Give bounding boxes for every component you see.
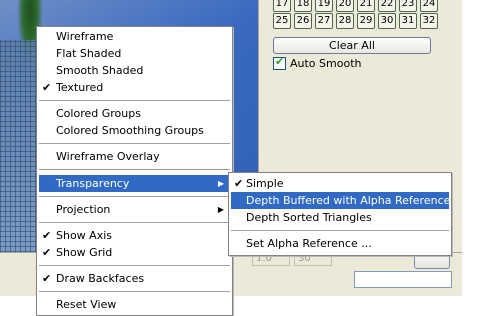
auto-smooth-option[interactable]: ✔ Auto Smooth [273, 55, 362, 70]
smoothing-group-button[interactable]: 17 [273, 0, 291, 12]
menu-item-label: Flat Shaded [56, 47, 122, 60]
submenu-item-label: Depth Sorted Triangles [246, 211, 372, 224]
menu-item-draw-backfaces[interactable]: ✔ Draw Backfaces [39, 270, 230, 287]
view-context-menu: Wireframe Flat Shaded Smooth Shaded ✔ Te… [36, 26, 233, 316]
menu-separator [39, 196, 230, 197]
menu-item-label: Draw Backfaces [56, 272, 145, 285]
submenu-arrow-icon: ▶ [217, 205, 224, 214]
menu-item-label: Wireframe Overlay [56, 150, 160, 163]
smoothing-group-row-2: 25 26 27 28 29 30 31 32 [273, 13, 438, 29]
smoothing-group-button[interactable]: 26 [294, 13, 312, 29]
smoothing-group-button[interactable]: 23 [399, 0, 417, 12]
menu-item-colored-groups[interactable]: Colored Groups [39, 105, 230, 122]
menu-item-label: Show Axis [56, 229, 112, 242]
submenu-item-depth-sorted[interactable]: Depth Sorted Triangles [231, 209, 449, 226]
checkmark-icon: ✔ [275, 55, 285, 68]
auto-smooth-checkbox[interactable]: ✔ [273, 55, 286, 70]
checkmark-icon: ✔ [42, 81, 52, 94]
submenu-item-depth-buffered[interactable]: Depth Buffered with Alpha Reference [231, 192, 451, 209]
menu-item-label: Transparency [56, 177, 130, 190]
smoothing-group-button[interactable]: 22 [378, 0, 396, 12]
smoothing-group-button[interactable]: 21 [357, 0, 375, 12]
status-input[interactable] [354, 271, 452, 288]
checkmark-icon: ✔ [42, 246, 52, 259]
smoothing-group-button[interactable]: 24 [420, 0, 438, 12]
smoothing-group-button[interactable]: 19 [315, 0, 333, 12]
menu-item-label: Colored Smoothing Groups [56, 124, 204, 137]
smoothing-group-button[interactable]: 31 [399, 13, 417, 29]
menu-item-label: Textured [56, 81, 104, 94]
menu-separator [39, 169, 230, 170]
transparency-submenu: ✔ Simple Depth Buffered with Alpha Refer… [228, 172, 452, 256]
menu-separator [39, 265, 230, 266]
submenu-item-simple[interactable]: ✔ Simple [231, 175, 449, 192]
smoothing-group-button[interactable]: 20 [336, 0, 354, 12]
smoothing-group-button[interactable]: 29 [357, 13, 375, 29]
menu-item-label: Show Grid [56, 246, 113, 259]
menu-separator [39, 143, 230, 144]
menu-item-reset-view[interactable]: Reset View [39, 296, 230, 313]
checkmark-icon: ✔ [234, 177, 244, 190]
submenu-item-label: Set Alpha Reference ... [246, 237, 372, 250]
clear-all-button[interactable]: Clear All [273, 37, 431, 54]
menu-item-show-grid[interactable]: ✔ Show Grid [39, 244, 230, 261]
menu-separator [39, 222, 230, 223]
smoothing-group-button[interactable]: 32 [420, 13, 438, 29]
auto-smooth-label: Auto Smooth [290, 57, 362, 70]
window-edge [462, 0, 477, 296]
grid-floor [0, 40, 40, 252]
smoothing-group-button[interactable]: 25 [273, 13, 291, 29]
smoothing-group-button[interactable]: 27 [315, 13, 333, 29]
menu-item-transparency[interactable]: Transparency ▶ [39, 175, 230, 192]
menu-item-projection[interactable]: Projection ▶ [39, 201, 230, 218]
submenu-item-label: Simple [246, 177, 284, 190]
menu-item-wireframe-overlay[interactable]: Wireframe Overlay [39, 148, 230, 165]
menu-item-textured[interactable]: ✔ Textured [39, 79, 230, 96]
smoothing-group-button[interactable]: 18 [294, 0, 312, 12]
submenu-item-set-alpha-reference[interactable]: Set Alpha Reference ... [231, 235, 449, 252]
menu-item-show-axis[interactable]: ✔ Show Axis [39, 227, 230, 244]
menu-item-wireframe[interactable]: Wireframe [39, 28, 230, 45]
checkmark-icon: ✔ [42, 272, 52, 285]
submenu-arrow-icon: ▶ [217, 179, 224, 188]
menu-separator [231, 230, 449, 231]
menu-item-label: Colored Groups [56, 107, 141, 120]
smoothing-group-button[interactable]: 30 [378, 13, 396, 29]
menu-item-smooth-shaded[interactable]: Smooth Shaded [39, 62, 230, 79]
menu-separator [39, 100, 230, 101]
menu-separator [39, 291, 230, 292]
smoothing-group-button[interactable]: 28 [336, 13, 354, 29]
menu-item-label: Projection [56, 203, 111, 216]
checkmark-icon: ✔ [42, 229, 52, 242]
menu-item-label: Reset View [56, 298, 117, 311]
menu-item-label: Wireframe [56, 30, 114, 43]
menu-item-flat-shaded[interactable]: Flat Shaded [39, 45, 230, 62]
submenu-item-label: Depth Buffered with Alpha Reference [246, 194, 451, 207]
menu-item-colored-smoothing-groups[interactable]: Colored Smoothing Groups [39, 122, 230, 139]
smoothing-group-row-1: 17 18 19 20 21 22 23 24 [273, 0, 438, 12]
menu-item-label: Smooth Shaded [56, 64, 144, 77]
